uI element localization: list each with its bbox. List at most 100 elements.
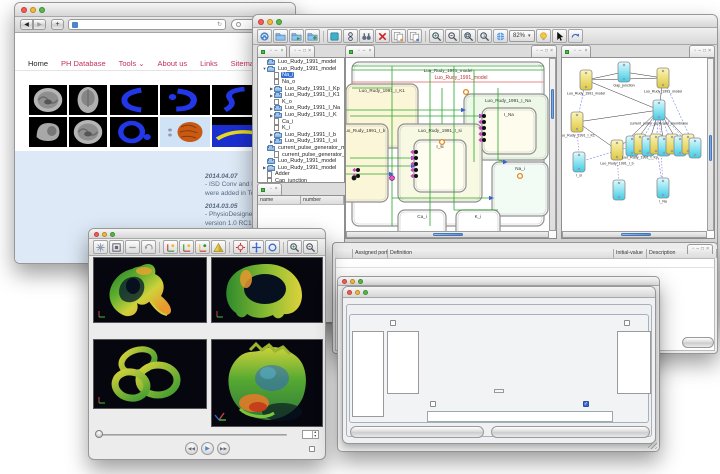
y2-log-checkbox[interactable] xyxy=(624,320,630,326)
canvas-zx-plane[interactable] xyxy=(211,257,323,323)
play-button[interactable]: ▶ xyxy=(201,442,214,455)
panel-close-icon[interactable]: × xyxy=(708,49,711,54)
add-model-icon[interactable] xyxy=(289,29,304,43)
canvas-3d-heart[interactable] xyxy=(211,339,323,427)
reload-icon[interactable]: ↻ xyxy=(217,21,222,28)
panel-float-icon[interactable]: ▫ xyxy=(692,247,694,252)
zoom-out-icon[interactable] xyxy=(303,240,318,254)
back-button[interactable]: ◀ xyxy=(20,19,33,30)
tree-item-Luo_Rudy_1991_I_K1[interactable]: ▶Luo_Rudy_1991_I_K1 xyxy=(260,92,344,99)
timeline-slider[interactable] xyxy=(95,430,287,440)
next-frame-button[interactable]: ▶▶ xyxy=(217,442,230,455)
minimize-button[interactable] xyxy=(267,19,273,25)
panel-float-icon[interactable]: ▫ xyxy=(294,49,296,54)
component-tree[interactable]: Luo_Rudy_1991_model▼Luo_Rudy_1991_modelN… xyxy=(257,57,345,183)
panel-float-icon[interactable]: ▫ xyxy=(574,49,576,54)
zoom-fit-icon[interactable] xyxy=(461,29,476,43)
variables-list[interactable] xyxy=(352,331,384,417)
new-tab-button[interactable]: + xyxy=(51,19,64,30)
thumbnail-segmentation-blue-1[interactable] xyxy=(110,85,158,115)
zoom-level-select[interactable]: 82%▾ xyxy=(509,30,535,42)
thumbnail-brain-render-orange[interactable] xyxy=(160,117,210,147)
panel-max-icon[interactable]: □ xyxy=(701,247,704,252)
template-column-number[interactable]: number xyxy=(301,196,344,204)
tree-item-Luo_Rudy_1991_model[interactable]: Luo_Rudy_1991_model xyxy=(260,158,344,165)
y1-log-checkbox[interactable] xyxy=(390,320,396,326)
save-model-icon[interactable] xyxy=(305,29,320,43)
tree-item-Luo_Rudy_1991_model[interactable]: ▼Luo_Rudy_1991_model xyxy=(260,66,344,73)
template-column-name[interactable]: name xyxy=(258,196,301,204)
panel-float-icon[interactable]: ▫ xyxy=(536,49,538,54)
copy-icon[interactable] xyxy=(391,29,406,43)
tree-hscrollbar[interactable] xyxy=(562,231,707,238)
abscissa-log-checkbox[interactable] xyxy=(430,401,436,407)
panel-min-icon[interactable]: – xyxy=(698,49,701,54)
zoom-button[interactable] xyxy=(358,279,363,284)
tab-template-list[interactable]: ▫× xyxy=(257,183,282,195)
url-field[interactable]: ↻ xyxy=(68,19,226,30)
tree-item-Luo_Rudy_1991_I_Kp[interactable]: ▶Luo_Rudy_1991_I_Kp xyxy=(260,85,344,92)
zoom-button[interactable] xyxy=(363,290,368,295)
panel-max-icon[interactable]: □ xyxy=(303,49,306,54)
panel-float-icon[interactable]: ▫ xyxy=(270,49,272,54)
ide-titlebar[interactable] xyxy=(253,15,717,28)
find-icon[interactable] xyxy=(359,29,374,43)
close-button[interactable] xyxy=(258,19,264,25)
tree-vscrollbar[interactable] xyxy=(707,58,714,231)
rotate-tool-icon[interactable] xyxy=(233,240,248,254)
y2-variable-list[interactable] xyxy=(617,331,651,394)
module-tool-icon[interactable] xyxy=(327,29,342,43)
select-cursor-icon[interactable] xyxy=(552,29,567,43)
zoom-in-icon[interactable] xyxy=(429,29,444,43)
view-all-button[interactable] xyxy=(682,337,714,348)
panel-float-icon[interactable]: ▫ xyxy=(694,49,696,54)
paste-icon[interactable] xyxy=(407,29,422,43)
zoom-button[interactable] xyxy=(39,7,45,13)
perspective-prism-icon[interactable] xyxy=(211,240,226,254)
minimize-button[interactable] xyxy=(102,232,107,237)
zoom-button[interactable] xyxy=(110,232,115,237)
thumbnail-mri-slice[interactable] xyxy=(69,117,107,147)
tree-diagram-canvas[interactable]: Luo_Rudy_1991_modelGap_junctionLuo_Rudy_… xyxy=(561,57,715,239)
close-button[interactable] xyxy=(342,279,347,284)
zoom-in-icon[interactable] xyxy=(287,240,302,254)
frame-spinner[interactable]: ▲▼ xyxy=(302,430,319,439)
panel-max-icon[interactable]: □ xyxy=(703,49,706,54)
panel-min-icon[interactable]: – xyxy=(363,49,366,54)
panel-max-icon[interactable]: □ xyxy=(545,49,548,54)
panel-close-icon[interactable]: × xyxy=(308,49,311,54)
remove-icon[interactable] xyxy=(125,240,140,254)
nesting-hscrollbar[interactable] xyxy=(346,231,549,238)
plot-button[interactable] xyxy=(350,426,484,438)
nav-item-tools[interactable]: Tools ⌄ xyxy=(119,59,145,68)
close-button[interactable] xyxy=(21,7,27,13)
hint-bulb-icon[interactable] xyxy=(536,29,551,43)
panel-float-icon[interactable]: ▫ xyxy=(270,187,272,192)
panel-close-icon[interactable]: × xyxy=(706,247,709,252)
panel-min-icon[interactable]: – xyxy=(298,49,301,54)
tree-item-current_pulse_generator_membrane[interactable]: current_pulse_generator_membrane xyxy=(260,145,344,152)
canvas-zy-plane[interactable] xyxy=(93,257,207,323)
tab-nesting-diagram[interactable]: ▫–× xyxy=(345,45,375,57)
zoom-out-icon[interactable] xyxy=(445,29,460,43)
flint-titlebar[interactable] xyxy=(338,277,659,286)
new-wizard-icon[interactable] xyxy=(257,29,272,43)
thumbnail-segmentation-ring[interactable] xyxy=(110,117,158,147)
panel-float-icon[interactable]: ▫ xyxy=(358,49,360,54)
axis-zy-icon[interactable] xyxy=(163,240,178,254)
panel-close-icon[interactable]: × xyxy=(275,187,278,192)
undo-icon[interactable] xyxy=(141,240,156,254)
nesting-vscrollbar[interactable] xyxy=(549,58,556,231)
timeline-thumb[interactable] xyxy=(95,430,103,438)
minimize-button[interactable] xyxy=(355,290,360,295)
close-button[interactable] xyxy=(347,290,352,295)
pq-column-Assigned port[interactable]: Assigned port xyxy=(353,249,388,258)
thumbnail-mri-axial[interactable] xyxy=(29,85,67,115)
pq-column-Definition[interactable]: Definition xyxy=(388,249,614,258)
tree-item-K_o[interactable]: K_o xyxy=(260,99,344,106)
auto-rotate-checkbox[interactable] xyxy=(309,446,315,452)
tree-item-Adder[interactable]: Adder xyxy=(260,171,344,178)
tree-item-current_pulse_generator_membrane[interactable]: current_pulse_generator_membrane xyxy=(260,151,344,158)
panel-min-icon[interactable]: – xyxy=(696,247,699,252)
tree-item-Luo_Rudy_1991_I_b[interactable]: ▶Luo_Rudy_1991_I_b xyxy=(260,132,344,139)
